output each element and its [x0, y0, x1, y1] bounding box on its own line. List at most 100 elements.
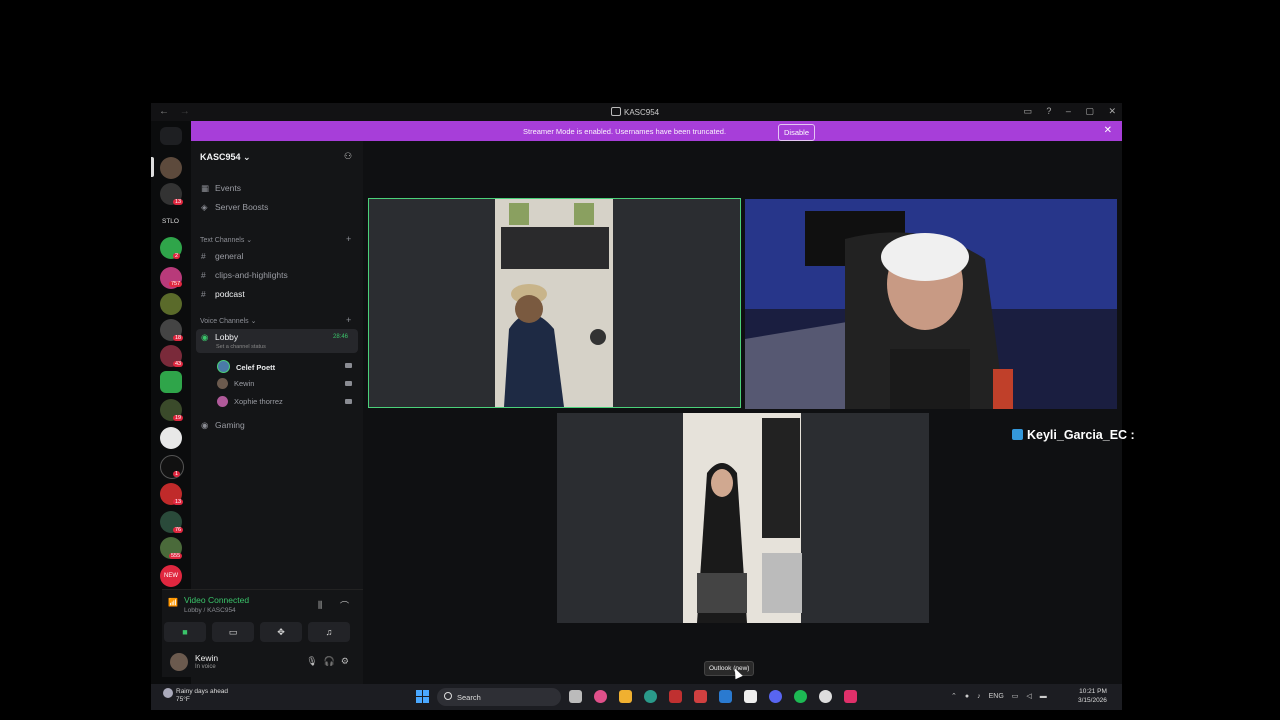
security-icon[interactable]	[669, 690, 682, 703]
window-title: KASC954	[611, 107, 659, 117]
server-icon[interactable]	[160, 293, 182, 315]
noise-suppression-icon[interactable]: ⫼	[318, 600, 322, 611]
help-icon[interactable]: ?	[1046, 106, 1051, 116]
server-badge: 76	[173, 527, 184, 533]
gear-icon[interactable]: ⚙	[341, 656, 355, 666]
discord-window: ← → KASC954 ▭ ? – ▢ ✕ Streamer Mode is e…	[151, 103, 1122, 710]
tray-app-icon[interactable]: ●	[965, 693, 969, 700]
channel-gaming[interactable]: ◉ Gaming	[201, 420, 245, 431]
voice-user[interactable]: Kewin	[217, 378, 254, 389]
events-label: Events	[215, 183, 241, 193]
voice-user[interactable]: Xophie thorrez	[217, 396, 283, 407]
forward-button[interactable]: →	[180, 106, 190, 117]
new-server-icon[interactable]: NEW	[160, 565, 182, 587]
server-badge: 18	[173, 335, 184, 341]
network-icon[interactable]: ▭	[1012, 693, 1019, 700]
voice-location[interactable]: Lobby / KASC954	[184, 607, 236, 614]
activities-button[interactable]: ✥	[260, 622, 302, 642]
soundboard-button[interactable]: ♫	[308, 622, 350, 642]
server-badge: 13	[173, 199, 184, 205]
voice-status[interactable]: Video Connected	[184, 595, 249, 605]
chevron-up-icon[interactable]: ⌃	[951, 693, 957, 700]
video-tile[interactable]	[557, 413, 929, 623]
server-icon[interactable]	[160, 371, 182, 393]
close-button[interactable]: ✕	[1108, 106, 1116, 116]
calendar-icon: ▦	[201, 183, 210, 193]
microphone-icon[interactable]: 🎙	[306, 656, 323, 666]
inbox-icon[interactable]: ▭	[1023, 106, 1032, 116]
weather-widget[interactable]: Rainy days ahead 75°F	[163, 688, 228, 704]
tiktok-icon[interactable]	[844, 690, 857, 703]
overlay-icon	[1012, 429, 1023, 440]
overlay-username-text: Keyli_Garcia_EC :	[1027, 428, 1135, 442]
disconnect-icon[interactable]: ⌒	[340, 599, 349, 612]
headphones-icon[interactable]: 🎧	[324, 656, 341, 666]
app-icon[interactable]	[694, 690, 707, 703]
user-controls: 🎙🎧⚙	[306, 656, 355, 667]
server-badge: 2	[173, 253, 181, 259]
microphone-tray-icon[interactable]: ♪	[977, 693, 981, 700]
channel-label: podcast	[215, 289, 245, 299]
category-label: Voice Channels	[200, 318, 249, 325]
server-icon[interactable]	[160, 455, 184, 479]
banner-close-icon[interactable]: ✕	[1104, 125, 1112, 136]
lobby-name: Lobby	[215, 332, 239, 342]
discord-taskbar-icon[interactable]	[769, 690, 782, 703]
home-icon[interactable]	[160, 127, 182, 145]
volume-icon[interactable]: ◁	[1026, 693, 1031, 700]
channel-general[interactable]: # general	[201, 251, 243, 261]
boost-icon: ◈	[201, 202, 208, 212]
windows-start-icon[interactable]	[416, 690, 429, 703]
video-tile[interactable]	[745, 199, 1117, 409]
voice-channels-category[interactable]: Voice Channels ⌄	[200, 317, 256, 325]
server-boosts-item[interactable]: ◈ Server Boosts	[201, 202, 268, 213]
maximize-button[interactable]: ▢	[1085, 106, 1094, 116]
signal-icon[interactable]: 📶	[168, 598, 178, 607]
camera-icon	[345, 399, 352, 404]
server-icon[interactable]	[160, 427, 182, 449]
hash-icon: #	[201, 251, 206, 261]
file-explorer-icon[interactable]	[619, 690, 632, 703]
invite-icon[interactable]: ⚇	[344, 151, 352, 162]
window-title-text: KASC954	[624, 108, 660, 117]
banner-text: Streamer Mode is enabled. Usernames have…	[523, 127, 727, 136]
voice-user[interactable]: Celef Poett	[217, 360, 275, 373]
taskbar-search[interactable]: Search	[437, 688, 561, 706]
discord-icon	[611, 107, 621, 116]
camera-button[interactable]: ■	[164, 622, 206, 642]
events-item[interactable]: ▦ Events	[201, 183, 241, 194]
disable-button[interactable]: Disable	[778, 124, 816, 141]
channel-podcast[interactable]: # podcast	[201, 289, 245, 299]
server-label: STLO	[162, 218, 179, 225]
add-text-channel-icon[interactable]: +	[346, 234, 351, 244]
clock[interactable]: 10:21 PM 3/15/2026	[1078, 687, 1107, 705]
language-indicator[interactable]: ENG	[989, 693, 1004, 700]
battery-icon[interactable]: ▬	[1040, 693, 1047, 700]
add-voice-channel-icon[interactable]: +	[346, 315, 351, 325]
server-badge: 19	[173, 415, 184, 421]
edge-icon[interactable]	[644, 690, 657, 703]
video-tile[interactable]	[368, 198, 741, 408]
store-icon[interactable]	[744, 690, 757, 703]
back-button[interactable]: ←	[159, 106, 169, 117]
hash-icon: #	[201, 289, 206, 299]
active-server-indicator	[151, 157, 154, 177]
minimize-button[interactable]: –	[1066, 106, 1071, 116]
overlay-username: Keyli_Garcia_EC :	[1012, 428, 1135, 442]
channel-status-input[interactable]: Set a channel status	[216, 344, 266, 350]
screen-share-button[interactable]: ▭	[212, 622, 254, 642]
copilot-icon[interactable]	[594, 690, 607, 703]
chatgpt-icon[interactable]	[819, 690, 832, 703]
channel-clips-and-highlights[interactable]: # clips-and-highlights	[201, 270, 288, 280]
weather-icon	[163, 688, 173, 698]
server-name-header[interactable]: KASC954 ⌄	[200, 152, 251, 163]
text-channels-category[interactable]: Text Channels ⌄	[200, 236, 252, 244]
avatar[interactable]	[170, 653, 188, 671]
server-name: KASC954	[200, 152, 241, 162]
speaker-icon: ◉	[201, 332, 209, 342]
server-icon[interactable]	[160, 157, 182, 179]
taskbar-tooltip: Outlook (new)	[704, 661, 755, 676]
outlook-icon[interactable]	[719, 690, 732, 703]
spotify-icon[interactable]	[794, 690, 807, 703]
task-view-icon[interactable]	[569, 690, 582, 703]
